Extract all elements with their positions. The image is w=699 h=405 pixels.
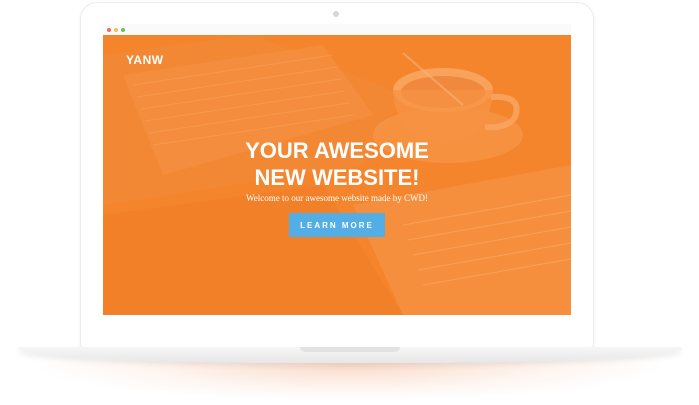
headline-line-1: YOUR AWESOME [245, 138, 429, 163]
close-dot-icon[interactable] [107, 28, 111, 32]
learn-more-button[interactable]: LEARN MORE [289, 213, 385, 237]
minimize-dot-icon[interactable] [114, 28, 118, 32]
laptop-base-notch [300, 347, 400, 352]
hero-tagline: Welcome to our awesome website made by C… [246, 193, 428, 203]
hero-section: YANW YOUR AWESOME NEW WEBSITE! Welcome t… [103, 35, 571, 315]
brand-logo[interactable]: YANW [126, 53, 164, 67]
headline-line-2: NEW WEBSITE! [254, 165, 420, 190]
maximize-dot-icon[interactable] [121, 28, 125, 32]
webcam-icon [333, 11, 339, 17]
hero-headline: YOUR AWESOME NEW WEBSITE! [103, 137, 571, 191]
